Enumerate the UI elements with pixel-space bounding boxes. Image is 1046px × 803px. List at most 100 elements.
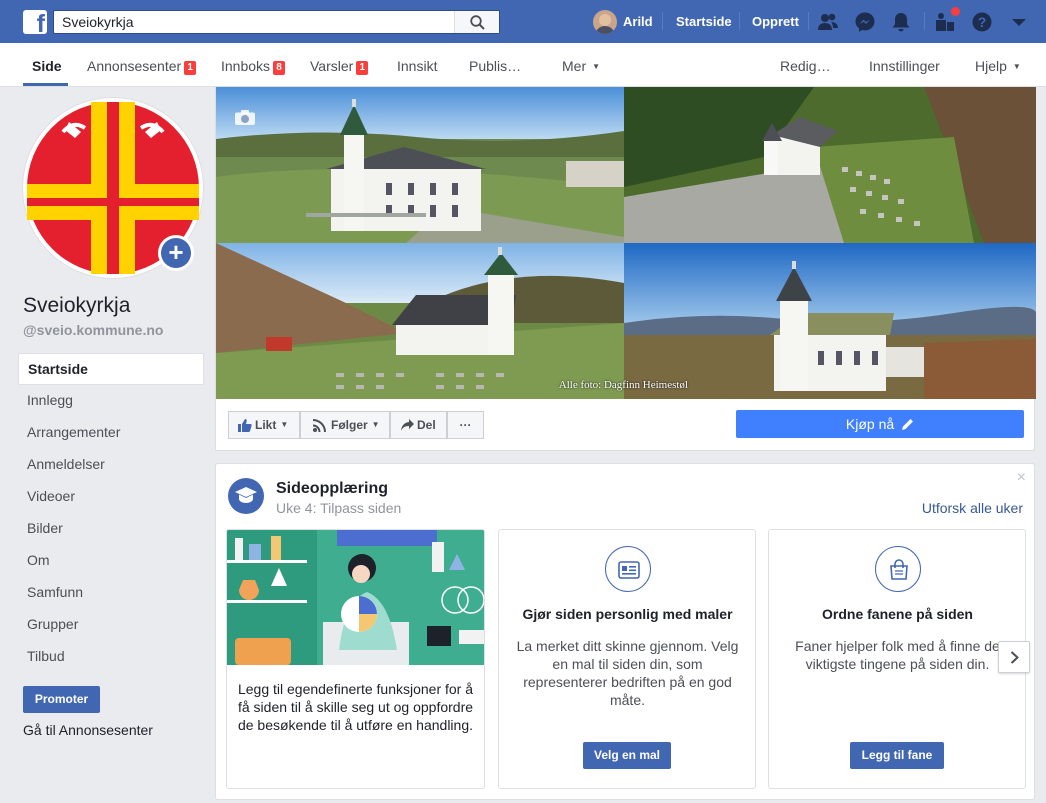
onboarding-tile-templates: Gjør siden personlig med maler La merket… bbox=[498, 529, 756, 789]
follow-label: Følger bbox=[331, 418, 368, 432]
tab-label: Varsler bbox=[310, 58, 354, 74]
more-options-button[interactable]: ··· bbox=[447, 411, 484, 439]
buy-now-button[interactable]: Kjøp nå bbox=[736, 410, 1024, 438]
close-icon[interactable]: × bbox=[1017, 469, 1026, 487]
add-tab-button[interactable]: Legg til fane bbox=[850, 742, 944, 769]
tab-page[interactable]: Side bbox=[32, 58, 62, 74]
custom-features-illustration bbox=[227, 530, 484, 665]
tab-edit[interactable]: Redig… bbox=[780, 58, 831, 74]
search-icon bbox=[470, 15, 485, 30]
page-onboarding-card: Sideopplæring Uke 4: Tilpass siden × Utf… bbox=[215, 463, 1035, 800]
page-action-bar: Likt ▼ Følger ▼ Del ··· Kjøp nå bbox=[216, 399, 1036, 451]
buy-now-label: Kjøp nå bbox=[845, 416, 895, 432]
next-tiles-button[interactable] bbox=[998, 641, 1030, 673]
tab-more[interactable]: Mer ▼ bbox=[562, 58, 600, 74]
tab-inbox[interactable]: Innboks 8 bbox=[221, 58, 286, 75]
divider bbox=[808, 12, 809, 30]
templates-title: Gjør siden personlig med maler bbox=[522, 606, 733, 622]
facebook-logo-icon[interactable]: f bbox=[23, 10, 47, 34]
explore-all-weeks-link[interactable]: Utforsk alle uker bbox=[922, 500, 1023, 516]
sidebar-item-events[interactable]: Arrangementer bbox=[18, 417, 204, 449]
onboarding-tile-custom-features[interactable]: Legg til egendefinerte funksjoner for å … bbox=[226, 529, 485, 789]
go-to-ads-center-link[interactable]: Gå til Annonsesenter bbox=[23, 722, 153, 738]
like-label: Likt bbox=[255, 418, 277, 432]
messenger-icon[interactable] bbox=[854, 11, 876, 33]
tab-notifications[interactable]: Varsler 1 bbox=[310, 58, 369, 75]
sidebar-item-posts[interactable]: Innlegg bbox=[18, 385, 204, 417]
thumbs-up-icon bbox=[238, 419, 252, 432]
sidebar-item-videos[interactable]: Videoer bbox=[18, 481, 204, 513]
shopping-bag-icon bbox=[875, 546, 921, 592]
chevron-down-icon: ▼ bbox=[280, 420, 289, 429]
divider bbox=[739, 12, 740, 30]
tab-settings[interactable]: Innstillinger bbox=[869, 58, 940, 74]
page-title: Sveiokyrkja bbox=[23, 294, 131, 317]
tab-help[interactable]: Hjelp ▼ bbox=[975, 58, 1021, 74]
notifications-badge: 1 bbox=[356, 61, 369, 75]
account-menu-caret-icon[interactable] bbox=[1008, 11, 1030, 33]
pencil-icon bbox=[902, 419, 914, 430]
sidebar-item-reviews[interactable]: Anmeldelser bbox=[18, 449, 204, 481]
onboarding-title: Sideopplæring bbox=[276, 480, 388, 497]
tab-label: Annonsesenter bbox=[87, 58, 182, 74]
template-card-icon bbox=[605, 546, 651, 592]
promote-button[interactable]: Promoter bbox=[23, 686, 100, 713]
top-navigation-bar: f Arild Startside Opprett ? bbox=[0, 0, 1046, 43]
tab-label: Hjelp bbox=[975, 58, 1007, 74]
tab-publishing[interactable]: Publis… bbox=[469, 58, 521, 74]
notifications-icon[interactable] bbox=[890, 11, 912, 33]
sidebar-item-about[interactable]: Om bbox=[18, 545, 204, 577]
cover-photo[interactable]: Alle foto: Dagfinn Heimestøl bbox=[216, 87, 1036, 399]
like-button[interactable]: Likt ▼ bbox=[228, 411, 300, 439]
share-arrow-icon bbox=[401, 419, 414, 431]
notification-badge bbox=[951, 7, 960, 16]
choose-template-button[interactable]: Velg en mal bbox=[583, 742, 671, 769]
share-label: Del bbox=[417, 418, 436, 432]
profile-name: Arild bbox=[623, 14, 653, 29]
tab-label: Innboks bbox=[221, 58, 271, 74]
search-box bbox=[53, 10, 500, 34]
active-tab-indicator bbox=[23, 83, 68, 86]
camera-icon[interactable] bbox=[234, 109, 256, 126]
friend-requests-icon[interactable] bbox=[817, 11, 839, 33]
page-sidebar-nav: Startside Innlegg Arrangementer Anmeldel… bbox=[18, 353, 204, 673]
chevron-down-icon: ▼ bbox=[592, 62, 601, 71]
divider bbox=[924, 12, 925, 30]
add-profile-photo-button[interactable]: + bbox=[158, 235, 194, 271]
cover-photo-4 bbox=[624, 243, 1036, 399]
follow-button[interactable]: Følger ▼ bbox=[300, 411, 390, 439]
svg-text:?: ? bbox=[978, 14, 987, 30]
cover-photo-2 bbox=[624, 87, 1036, 243]
page-username: @sveio.kommune.no bbox=[23, 322, 164, 338]
create-link[interactable]: Opprett bbox=[752, 14, 799, 29]
chevron-down-icon: ▼ bbox=[371, 420, 380, 429]
chevron-down-icon: ▼ bbox=[1012, 62, 1021, 71]
tab-insights[interactable]: Innsikt bbox=[397, 58, 437, 74]
tabs-description: Faner hjelper folk med å finne de viktig… bbox=[795, 638, 1000, 672]
tabs-title: Ordne fanene på siden bbox=[822, 606, 973, 622]
sidebar-item-community[interactable]: Samfunn bbox=[18, 577, 204, 609]
inbox-badge: 8 bbox=[273, 61, 286, 75]
custom-features-description: Legg til egendefinerte funksjoner for å … bbox=[237, 681, 474, 733]
sidebar-item-photos[interactable]: Bilder bbox=[18, 513, 204, 545]
sidebar-item-offers[interactable]: Tilbud bbox=[18, 641, 204, 673]
onboarding-tile-tabs: Ordne fanene på siden Faner hjelper folk… bbox=[768, 529, 1026, 789]
templates-description: La merket ditt skinne gjennom. Velg en m… bbox=[516, 638, 739, 708]
search-input[interactable] bbox=[54, 11, 454, 33]
cover-photo-1 bbox=[216, 87, 624, 243]
avatar bbox=[593, 10, 617, 34]
share-button[interactable]: Del bbox=[390, 411, 447, 439]
sidebar-item-groups[interactable]: Grupper bbox=[18, 609, 204, 641]
divider bbox=[662, 12, 663, 30]
tab-ads-center[interactable]: Annonsesenter 1 bbox=[87, 58, 197, 75]
chevron-right-icon bbox=[1010, 651, 1019, 664]
help-icon[interactable]: ? bbox=[971, 11, 993, 33]
search-button[interactable] bbox=[454, 11, 499, 33]
home-link[interactable]: Startside bbox=[676, 14, 732, 29]
graduation-cap-icon bbox=[228, 478, 264, 514]
rss-follow-icon bbox=[313, 419, 326, 432]
page-tab-bar: Side Annonsesenter 1 Innboks 8 Varsler 1 In… bbox=[0, 43, 1046, 87]
tab-label: Mer bbox=[562, 58, 587, 74]
sidebar-item-home[interactable]: Startside bbox=[18, 353, 204, 385]
cover-photo-3 bbox=[216, 243, 624, 399]
